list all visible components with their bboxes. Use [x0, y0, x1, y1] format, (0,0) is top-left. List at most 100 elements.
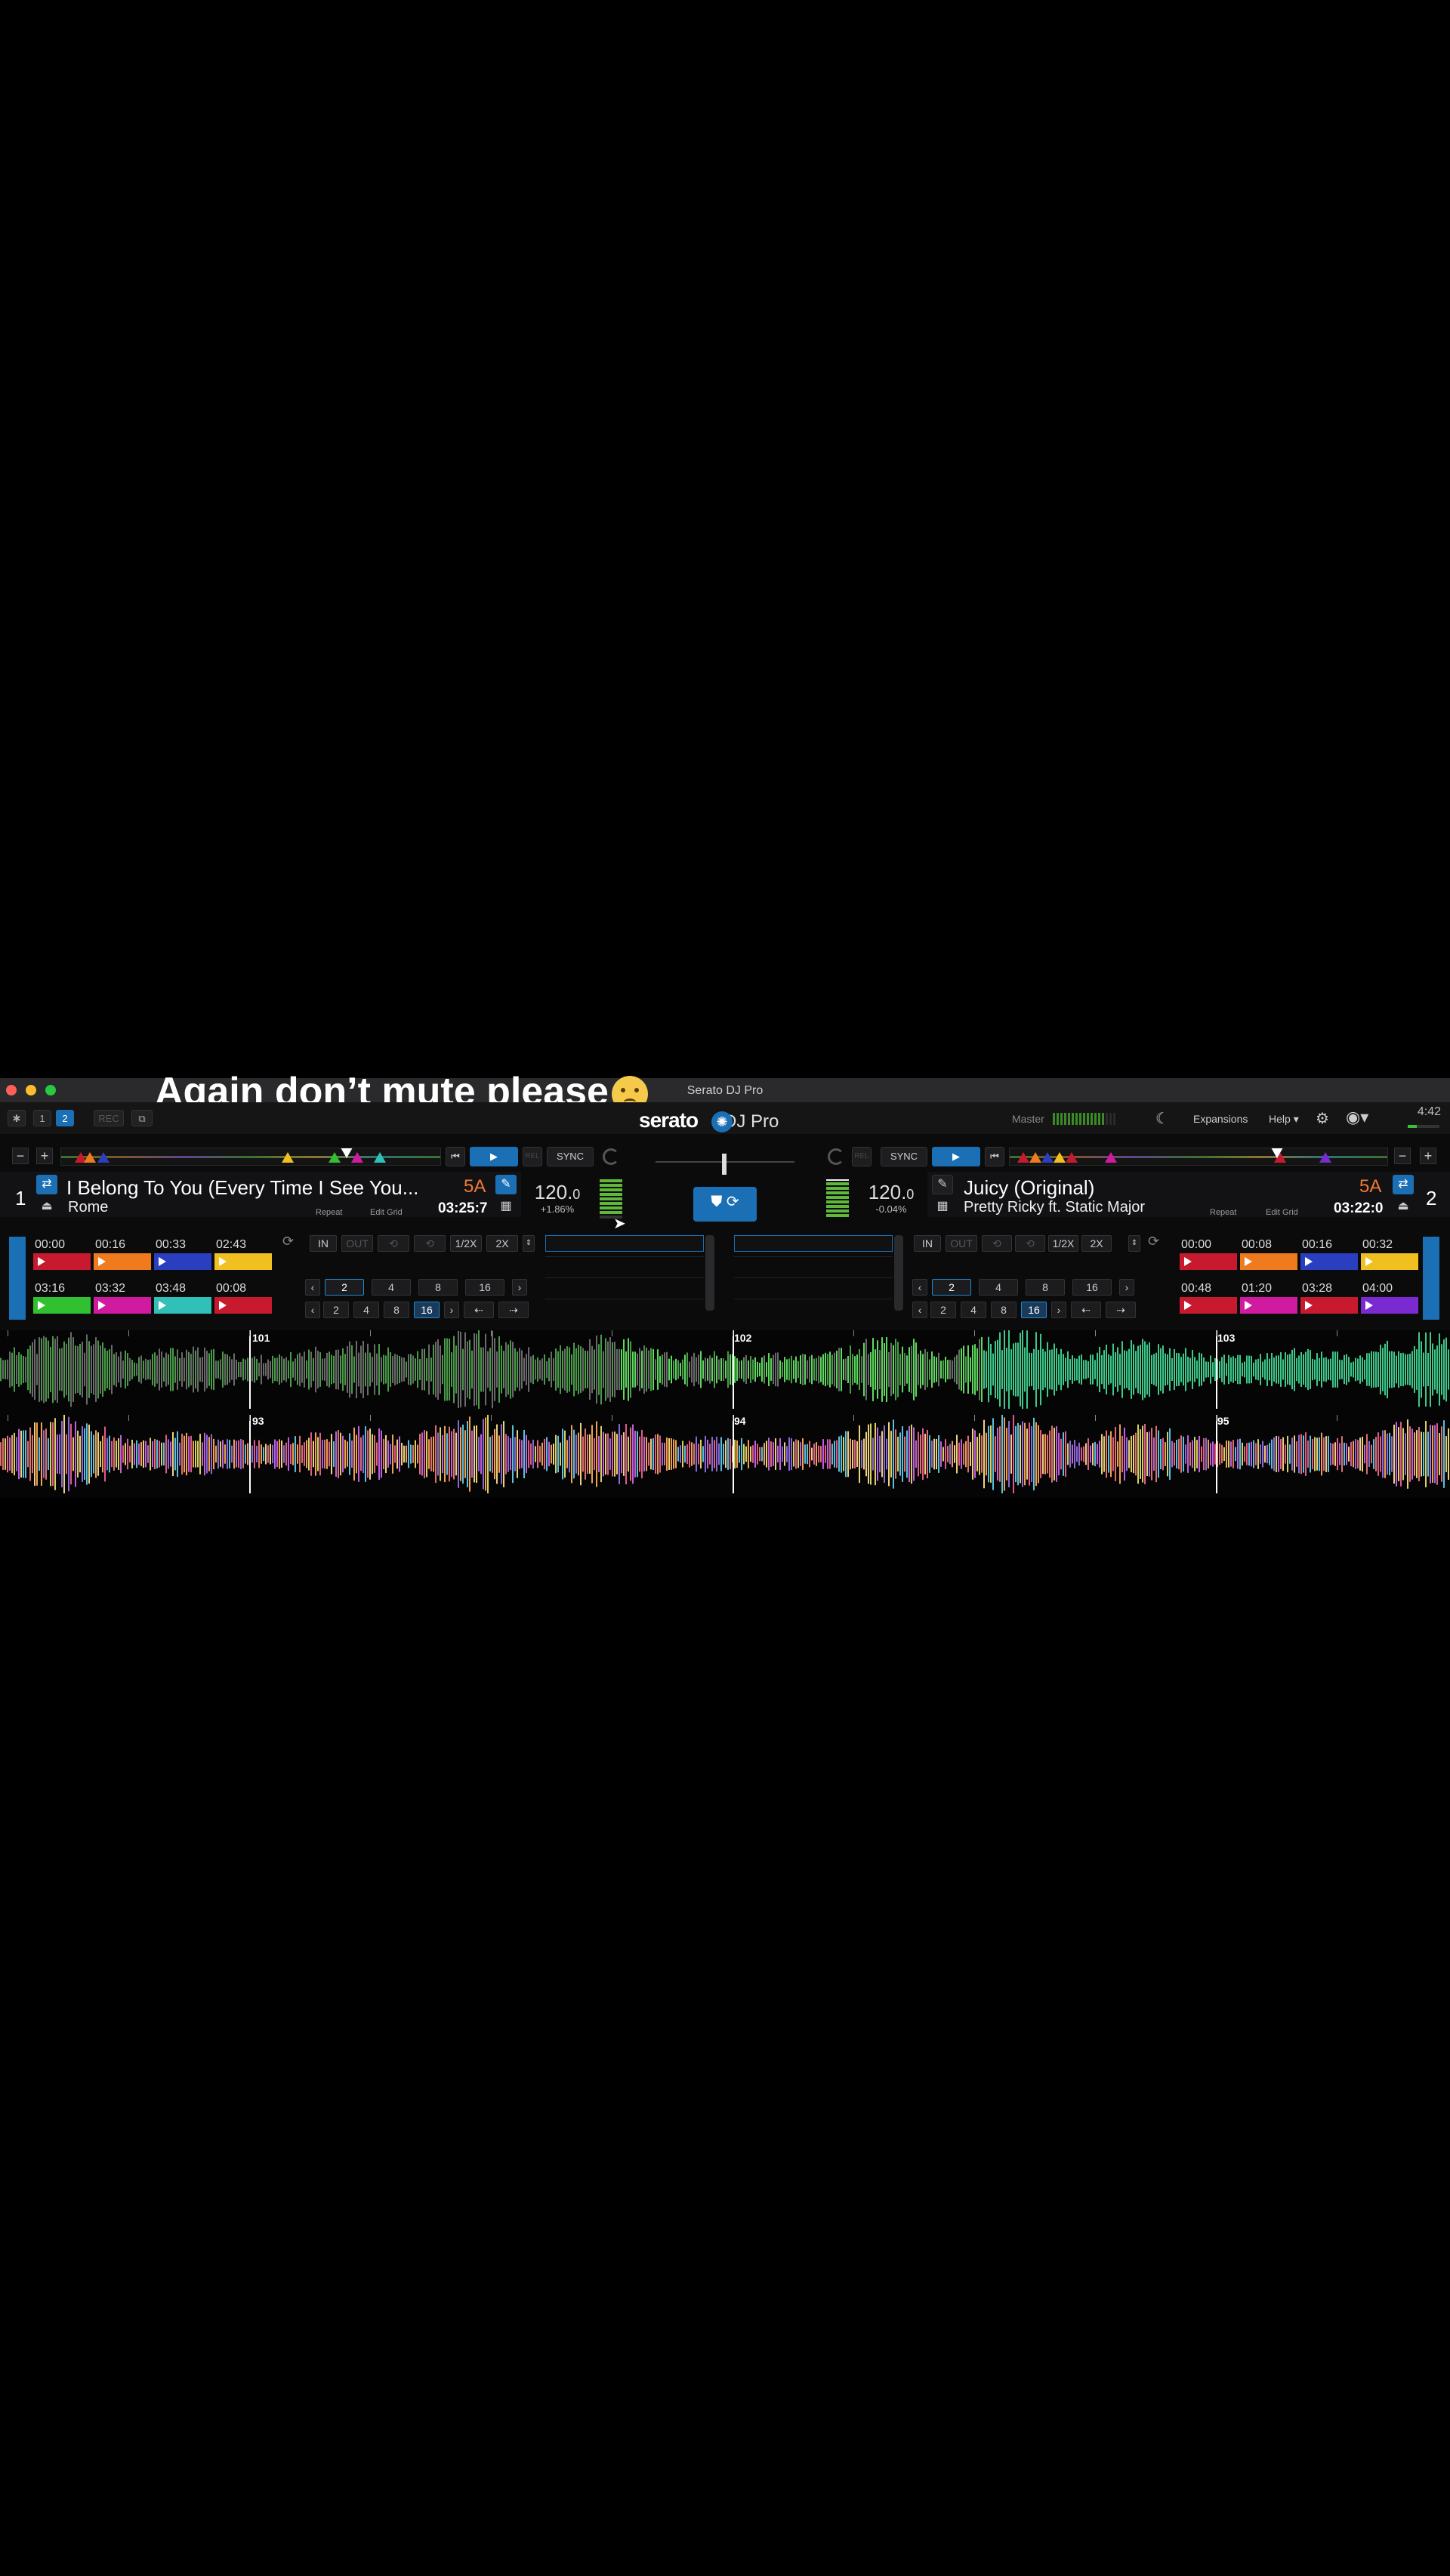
deck2-loop-in-button[interactable]: IN — [914, 1235, 941, 1252]
night-mode-icon[interactable]: ☾ — [1155, 1109, 1169, 1128]
deck2-autoloop-button[interactable]: 8 — [1026, 1279, 1065, 1296]
deck1-cue-pad[interactable]: 00:00 — [33, 1237, 91, 1271]
expansions-button[interactable]: Expansions — [1193, 1113, 1248, 1125]
deck1-zoom-in-button[interactable]: + — [36, 1148, 53, 1164]
deck1-edit-pencil-icon[interactable]: ✎ — [495, 1175, 517, 1194]
cue-play-icon[interactable] — [214, 1253, 272, 1270]
deck1-autoloop-next-chevron-icon[interactable]: › — [512, 1279, 527, 1296]
cue-play-icon[interactable] — [1180, 1297, 1237, 1314]
deck2-edit-grid-button[interactable]: Edit Grid — [1266, 1208, 1298, 1217]
layout-gear-icon[interactable]: ✱ — [8, 1110, 26, 1126]
cue-play-icon[interactable] — [94, 1297, 151, 1314]
deck1-loop-in-button[interactable]: IN — [310, 1235, 337, 1252]
cue-play-icon[interactable] — [1300, 1297, 1358, 1314]
deck2-grid-icon[interactable]: ▦ — [932, 1197, 953, 1217]
deck1-cue-pad[interactable]: 03:32 — [94, 1280, 151, 1315]
deck2-autoloop-button[interactable]: 4 — [979, 1279, 1018, 1296]
cue-play-icon[interactable] — [154, 1253, 211, 1270]
deck2-autoloop-prev-chevron-icon[interactable]: ‹ — [912, 1279, 927, 1296]
deck1-autoloop-button[interactable]: 4 — [372, 1279, 411, 1296]
deck1-beatjump-button[interactable]: 16 — [414, 1302, 440, 1318]
waveform-display[interactable]: 101 102 103 93 94 95 — [0, 1330, 1450, 1498]
deck2-cue-pad[interactable]: 00:08 — [1240, 1237, 1297, 1271]
deck2-cue-pad[interactable]: 00:32 — [1361, 1237, 1418, 1271]
deck2-autoloop-button[interactable]: 16 — [1072, 1279, 1112, 1296]
deck2-cue-pad[interactable]: 00:16 — [1300, 1237, 1358, 1271]
deck1-reloop-icon[interactable]: ⟲ — [378, 1235, 409, 1252]
deck1-autoloop-button[interactable]: 16 — [465, 1279, 504, 1296]
deck1-beatjump-prev-chevron-icon[interactable]: ‹ — [305, 1302, 320, 1318]
deck2-loop-slot-stepper[interactable]: ⇕ — [1128, 1235, 1140, 1252]
cue-play-icon[interactable] — [33, 1297, 91, 1314]
deck2-cue-pad[interactable]: 00:48 — [1180, 1280, 1237, 1315]
deck1-track-overview[interactable] — [60, 1148, 441, 1166]
deck1-beatjump-button[interactable]: 4 — [353, 1302, 379, 1318]
deck1-eject-icon[interactable]: ⏏ — [36, 1197, 57, 1217]
deck2-beatjump-button[interactable]: 4 — [961, 1302, 986, 1318]
cue-play-icon[interactable] — [214, 1297, 272, 1314]
deck1-beatjump-button[interactable]: 8 — [384, 1302, 409, 1318]
deck2-autoloop-button[interactable]: 2 — [932, 1279, 971, 1296]
cue-play-icon[interactable] — [94, 1253, 151, 1270]
deck1-jump-back-icon[interactable]: ⇠ — [464, 1302, 494, 1318]
deck2-repeat-button[interactable]: Repeat — [1210, 1208, 1236, 1217]
deck1-loop-roll-icon[interactable]: ⟲ — [414, 1235, 446, 1252]
deck2-fx-slot-3[interactable] — [734, 1277, 893, 1294]
deck1-fx-slot-4[interactable] — [545, 1299, 704, 1315]
deck1-edit-grid-button[interactable]: Edit Grid — [370, 1208, 403, 1217]
deck2-cue-pad[interactable]: 04:00 — [1361, 1280, 1418, 1315]
deck2-reloop-icon[interactable]: ⟲ — [982, 1235, 1012, 1252]
cue-play-icon[interactable] — [1361, 1253, 1418, 1270]
deck1-autoloop-button[interactable]: 8 — [418, 1279, 458, 1296]
deck1-link-icon[interactable]: ⇄ — [36, 1175, 57, 1194]
deck1-loop-icon[interactable]: ⟳ — [282, 1234, 294, 1249]
deck1-cue-pad[interactable]: 00:08 — [214, 1280, 272, 1315]
deck2-rel-button[interactable]: REL — [852, 1147, 872, 1166]
mixer-toggle-button[interactable]: ⛊ ⟳ — [693, 1187, 757, 1222]
deck2-cue-pad[interactable]: 00:00 — [1180, 1237, 1237, 1271]
deck1-fx-slot-3[interactable] — [545, 1277, 704, 1294]
deck1-repeat-button[interactable]: Repeat — [316, 1208, 342, 1217]
deck1-rel-button[interactable]: REL — [523, 1147, 542, 1166]
help-menu[interactable]: Help ▾ — [1269, 1113, 1299, 1126]
settings-gear-icon[interactable]: ⚙ — [1316, 1109, 1329, 1128]
deck1-cue-pad[interactable]: 03:48 — [154, 1280, 211, 1315]
deck1-previous-track-icon[interactable]: ⏮ — [446, 1147, 465, 1166]
deck1-cue-pad[interactable]: 00:16 — [94, 1237, 151, 1271]
deck2-previous-track-icon[interactable]: ⏮ — [985, 1147, 1004, 1166]
deck1-autoloop-prev-chevron-icon[interactable]: ‹ — [305, 1279, 320, 1296]
deck1-grid-icon[interactable]: ▦ — [495, 1197, 517, 1217]
deck2-zoom-out-button[interactable]: − — [1394, 1148, 1411, 1164]
cue-play-icon[interactable] — [1300, 1253, 1358, 1270]
deck2-beatjump-button[interactable]: 16 — [1021, 1302, 1047, 1318]
deck2-eject-icon[interactable]: ⏏ — [1393, 1197, 1414, 1217]
deck1-beatjump-next-chevron-icon[interactable]: › — [444, 1302, 459, 1318]
deck1-jump-forward-icon[interactable]: ⇢ — [498, 1302, 529, 1318]
cue-play-icon[interactable] — [154, 1297, 211, 1314]
deck1-cue-pad[interactable]: 02:43 — [214, 1237, 272, 1271]
crossfader-knob[interactable] — [722, 1154, 727, 1175]
deck1-autoloop-button[interactable]: 2 — [325, 1279, 364, 1296]
deck1-loop-double-button[interactable]: 2X — [486, 1235, 518, 1252]
deck1-play-button[interactable]: ▶ — [470, 1147, 518, 1166]
deck-1-view-button[interactable]: 1 — [33, 1110, 51, 1126]
deck2-fx-slot-4[interactable] — [734, 1299, 893, 1315]
rec-button[interactable]: REC — [94, 1110, 124, 1126]
deck1-beatjump-button[interactable]: 2 — [323, 1302, 349, 1318]
deck2-sync-button[interactable]: SYNC — [881, 1147, 927, 1166]
deck1-loop-out-button[interactable]: OUT — [341, 1235, 373, 1252]
account-avatar-icon[interactable]: ◉▾ — [1346, 1108, 1368, 1127]
deck1-loop-slot-stepper[interactable]: ⇕ — [523, 1235, 535, 1252]
deck2-loop-half-button[interactable]: 1/2X — [1048, 1235, 1078, 1252]
deck1-slot-scrollbar[interactable] — [705, 1235, 714, 1311]
deck2-zoom-in-button[interactable]: + — [1420, 1148, 1436, 1164]
deck2-loop-double-button[interactable]: 2X — [1081, 1235, 1112, 1252]
deck2-loop-icon[interactable]: ⟳ — [1148, 1234, 1159, 1249]
deck2-cue-pad[interactable]: 03:28 — [1300, 1280, 1358, 1315]
deck2-loop-out-button[interactable]: OUT — [946, 1235, 977, 1252]
cue-play-icon[interactable] — [33, 1253, 91, 1270]
deck2-edit-pencil-icon[interactable]: ✎ — [932, 1175, 953, 1194]
deck2-beatjump-prev-chevron-icon[interactable]: ‹ — [912, 1302, 927, 1318]
panel-icon[interactable]: ⧉ — [131, 1110, 153, 1126]
deck1-fx-slot-2[interactable] — [545, 1256, 704, 1273]
